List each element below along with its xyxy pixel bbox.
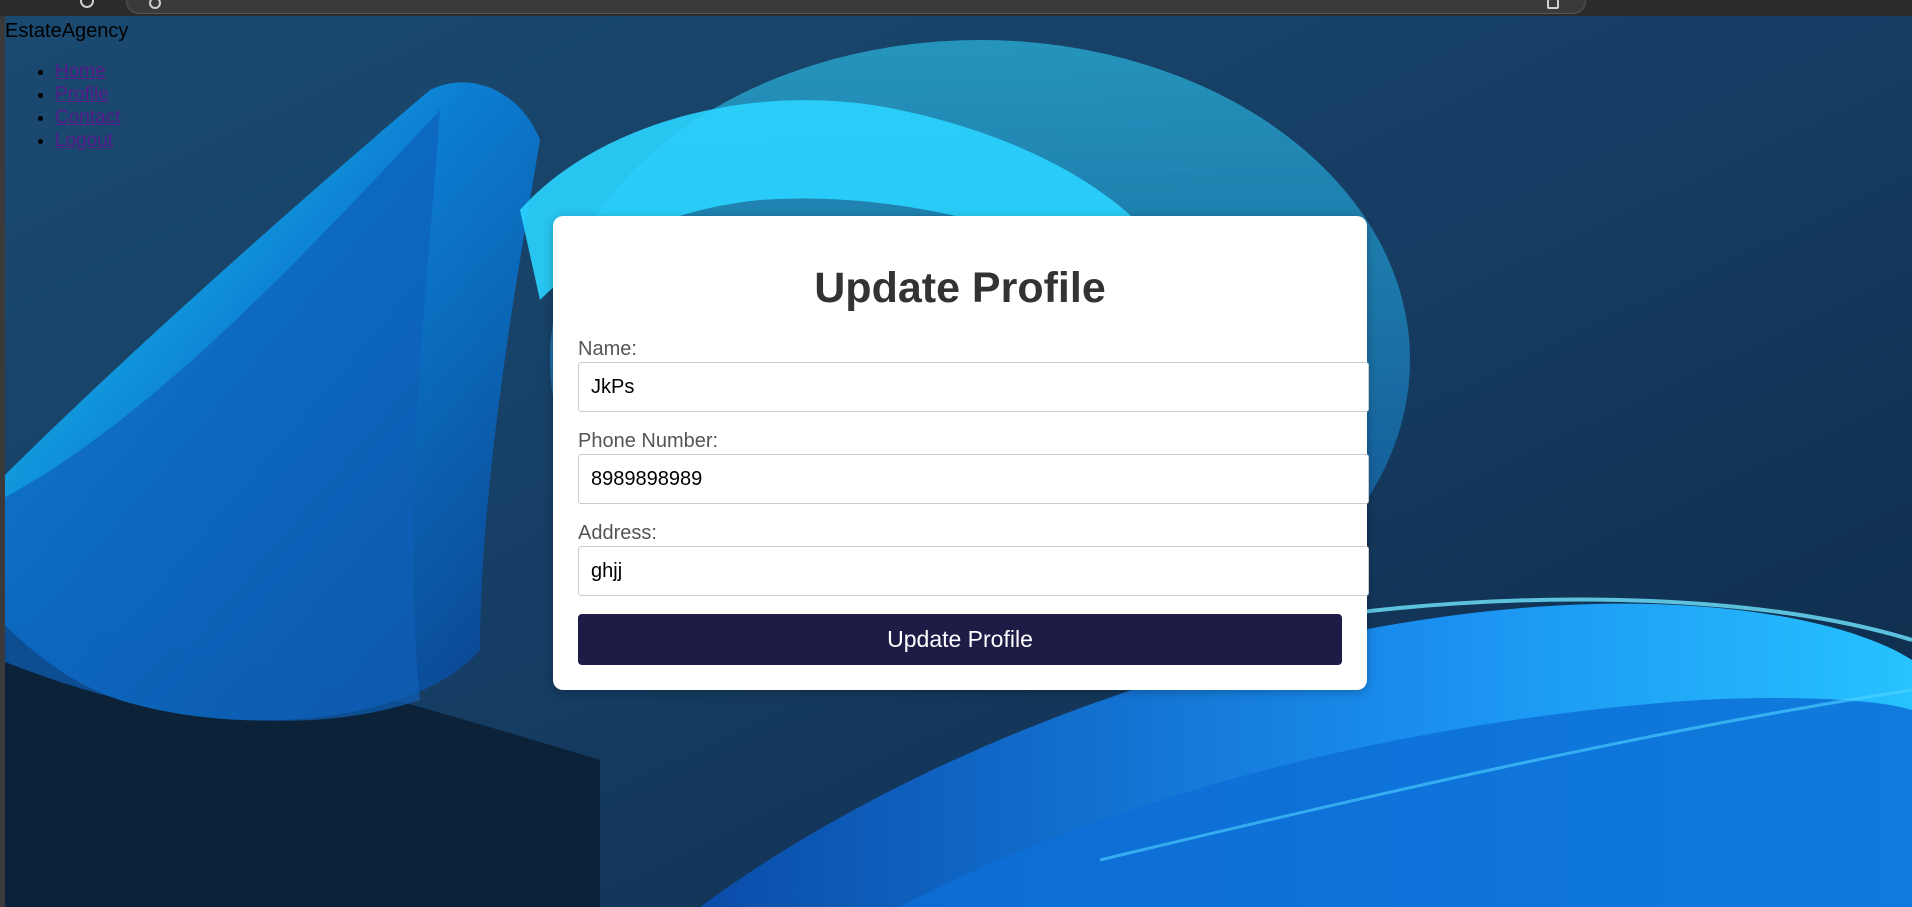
page-title: Update Profile xyxy=(814,264,1106,312)
nav-link-home[interactable]: Home xyxy=(55,61,106,82)
update-profile-card: Update Profile Name: Phone Number: Addre… xyxy=(553,216,1369,690)
nav-item-home: Home xyxy=(55,60,128,83)
window-edge xyxy=(0,16,5,907)
brand-name: EstateAgency xyxy=(5,20,129,42)
bookmark-star-icon[interactable] xyxy=(1547,0,1559,9)
address-label: Address: xyxy=(578,522,657,544)
nav-item-contact: Contact xyxy=(55,106,128,129)
site-info-icon[interactable] xyxy=(149,0,161,9)
nav-item-profile: Profile xyxy=(55,83,128,106)
address-field[interactable] xyxy=(578,546,1369,596)
navbar: EstateAgency Home Profile Contact Logout xyxy=(5,16,128,152)
update-profile-button[interactable]: Update Profile xyxy=(578,614,1342,665)
nav-link-contact[interactable]: Contact xyxy=(55,107,120,128)
phone-label: Phone Number: xyxy=(578,430,719,452)
phone-field[interactable] xyxy=(578,454,1369,504)
nav-link-logout[interactable]: Logout xyxy=(55,130,113,151)
nav-link-profile[interactable]: Profile xyxy=(55,84,109,105)
name-field[interactable] xyxy=(578,362,1369,412)
nav-links: Home Profile Contact Logout xyxy=(5,60,128,152)
nav-item-logout: Logout xyxy=(55,129,128,152)
address-bar[interactable] xyxy=(126,0,1586,14)
reload-icon[interactable] xyxy=(80,0,94,8)
page: EstateAgency Home Profile Contact Logout… xyxy=(0,0,1912,907)
name-label: Name: xyxy=(578,338,637,360)
browser-toolbar xyxy=(0,0,1912,16)
